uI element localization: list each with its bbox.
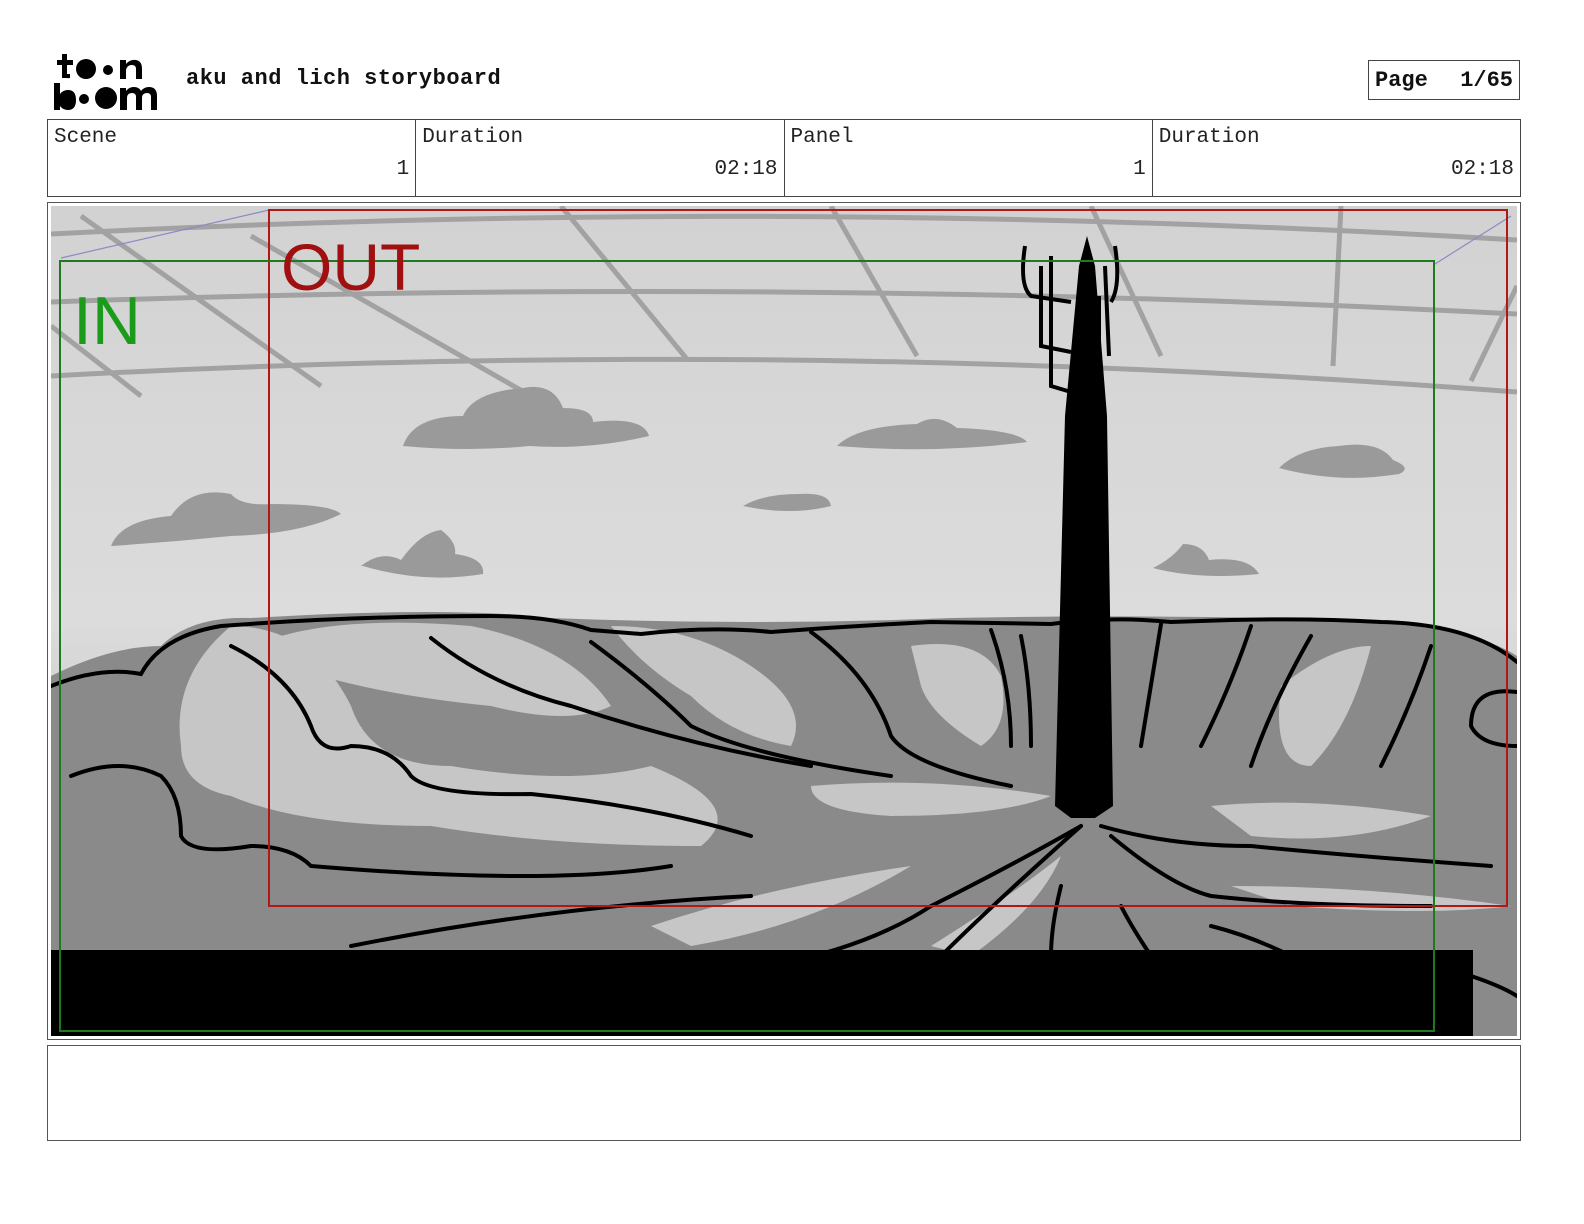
- storyboard-panel-image: IN OUT: [51, 206, 1517, 1036]
- panel-cell: Panel 1: [785, 120, 1153, 196]
- panel-label: Panel: [790, 126, 854, 149]
- page-indicator: Page 1/65: [1368, 60, 1520, 100]
- panel-duration-cell: Duration 02:18: [1153, 120, 1520, 196]
- scene-duration-value: 02:18: [714, 158, 778, 181]
- scene-info-row: Scene 1 Duration 02:18 Panel 1 Duration …: [47, 119, 1521, 197]
- panel-notes[interactable]: [47, 1045, 1521, 1141]
- scene-number: 1: [396, 158, 410, 181]
- toon-boom-logo: [54, 54, 157, 110]
- page-number: 1/65: [1460, 67, 1513, 93]
- panel-duration-value: 02:18: [1450, 158, 1514, 181]
- out-label: OUT: [281, 230, 420, 304]
- panel-number: 1: [1133, 158, 1146, 181]
- scene-label: Scene: [54, 126, 118, 149]
- page-label: Page: [1375, 67, 1428, 93]
- panel-duration-label: Duration: [1158, 126, 1260, 149]
- scene-duration-cell: Duration 02:18: [416, 120, 785, 196]
- in-label: IN: [73, 283, 141, 359]
- letterbox-bar: [51, 950, 1473, 1036]
- scene-cell: Scene 1: [48, 120, 417, 196]
- scene-duration-label: Duration: [422, 126, 524, 149]
- storyboard-title: aku and lich storyboard: [186, 66, 502, 91]
